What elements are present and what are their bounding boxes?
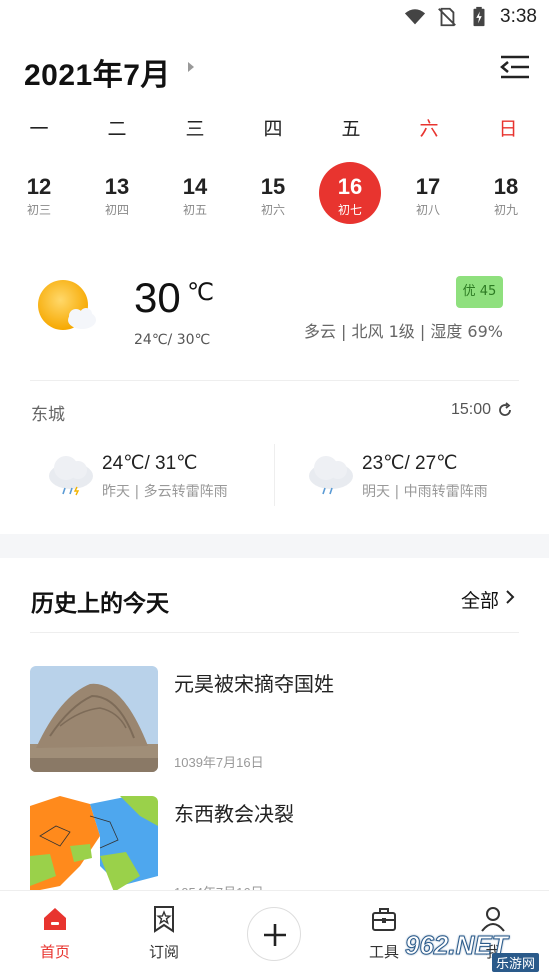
history-map-thumbnail-image [30, 796, 158, 902]
history-item-title: 元昊被宋摘夺国姓 [174, 672, 334, 696]
user-icon [481, 907, 505, 932]
date-number: 14 [182, 174, 208, 199]
history-item-title: 东西教会决裂 [174, 802, 294, 826]
temperature-unit: ℃ [187, 278, 214, 306]
date-cell[interactable]: 18 初九 [475, 162, 537, 224]
history-title: 历史上的今天 [31, 591, 169, 617]
history-thumbnail-image [30, 666, 158, 772]
history-item-date: 1039年7月16日 [174, 755, 264, 770]
menu-icon[interactable] [499, 54, 531, 80]
divider [30, 380, 519, 381]
weekday-thu: 四 [263, 118, 283, 140]
forecast-temp: 24℃/ 31℃ [102, 453, 198, 474]
forecast-desc: 明天 | 中雨转雷阵雨 [362, 484, 488, 500]
divider [30, 632, 519, 633]
weekday-tue: 二 [107, 118, 127, 140]
forecast-temp: 23℃/ 27℃ [362, 453, 458, 474]
weekday-row: 一 二 三 四 五 六 日 [0, 114, 549, 144]
nav-subscribe[interactable]: 订阅 [129, 901, 199, 971]
aqi-badge: 优 45 [456, 276, 503, 308]
date-number: 15 [260, 174, 286, 199]
lunar-date: 初三 [26, 203, 51, 217]
lunar-date: 初五 [182, 203, 207, 217]
toolbox-icon [372, 908, 396, 931]
date-number: 16 [337, 174, 363, 199]
lunar-date: 初九 [493, 203, 518, 217]
bottom-navigation: 首页 订阅 工具 我 962.NET 乐游网 [0, 890, 549, 976]
weather-card[interactable]: 30 ℃ 24℃/ 30℃ 优 45 多云 | 北风 1级 | 湿度 69% 东… [0, 250, 549, 530]
date-cell[interactable]: 14 初五 [164, 162, 226, 224]
chevron-right-icon[interactable] [505, 590, 515, 604]
weekday-mon: 一 [29, 118, 49, 140]
view-all-link[interactable]: 全部 [461, 586, 499, 613]
battery-charging-icon [473, 6, 485, 27]
bookmark-star-icon [154, 906, 174, 933]
weekday-sat: 六 [419, 118, 439, 140]
today-temp-range: 24℃/ 30℃ [134, 332, 211, 348]
watermark-logo: 962.NET 乐游网 [405, 930, 541, 972]
status-time: 3:38 [500, 6, 537, 27]
partly-cloudy-icon [38, 280, 96, 330]
current-temperature: 30 [134, 274, 181, 321]
date-cell[interactable]: 15 初六 [242, 162, 304, 224]
date-number: 13 [104, 174, 130, 199]
wifi-icon [404, 9, 426, 25]
refresh-icon[interactable] [497, 402, 513, 418]
lunar-date: 初七 [337, 203, 362, 217]
update-time: 15:00 [450, 401, 491, 418]
lunar-date: 初八 [415, 203, 440, 217]
date-cell[interactable]: 13 初四 [86, 162, 148, 224]
city-label: 东城 [31, 405, 65, 425]
date-number: 17 [415, 174, 441, 199]
weather-description: 多云 | 北风 1级 | 湿度 69% [303, 322, 503, 341]
date-cell-selected[interactable]: 16 初七 [319, 162, 381, 224]
week-dates: 12 初三 13 初四 14 初五 15 初六 16 初七 17 初八 18 初九 [0, 162, 549, 228]
history-header: 历史上的今天 全部 [0, 580, 549, 620]
date-cell[interactable]: 12 初三 [8, 162, 70, 224]
lunar-date: 初六 [260, 203, 285, 217]
plus-icon [264, 924, 286, 946]
nav-label: 订阅 [148, 943, 179, 961]
section-separator [0, 534, 549, 558]
no-sim-icon [438, 7, 456, 27]
history-item[interactable]: 元昊被宋摘夺国姓 1039年7月16日 [30, 666, 519, 776]
weekday-wed: 三 [185, 118, 205, 140]
calendar-header: 2021年7月 [0, 44, 549, 96]
date-cell[interactable]: 17 初八 [397, 162, 459, 224]
weekday-fri: 五 [341, 118, 361, 140]
rain-cloud-icon [49, 456, 93, 496]
nav-label: 首页 [39, 943, 70, 961]
nav-home[interactable]: 首页 [20, 901, 90, 971]
home-icon [44, 908, 66, 930]
add-button[interactable] [247, 907, 301, 961]
month-title[interactable]: 2021年7月 [24, 50, 171, 94]
forecast-desc: 昨天 | 多云转雷阵雨 [102, 484, 228, 500]
date-number: 18 [493, 174, 519, 199]
watermark-subtext: 乐游网 [491, 953, 539, 972]
weekday-sun: 日 [498, 118, 518, 140]
status-bar: 3:38 [0, 0, 549, 40]
vertical-divider [274, 444, 275, 506]
lunar-date: 初四 [104, 203, 129, 217]
date-number: 12 [26, 174, 52, 199]
month-picker-arrow-icon[interactable] [188, 62, 194, 72]
rain-cloud-icon [309, 456, 353, 495]
